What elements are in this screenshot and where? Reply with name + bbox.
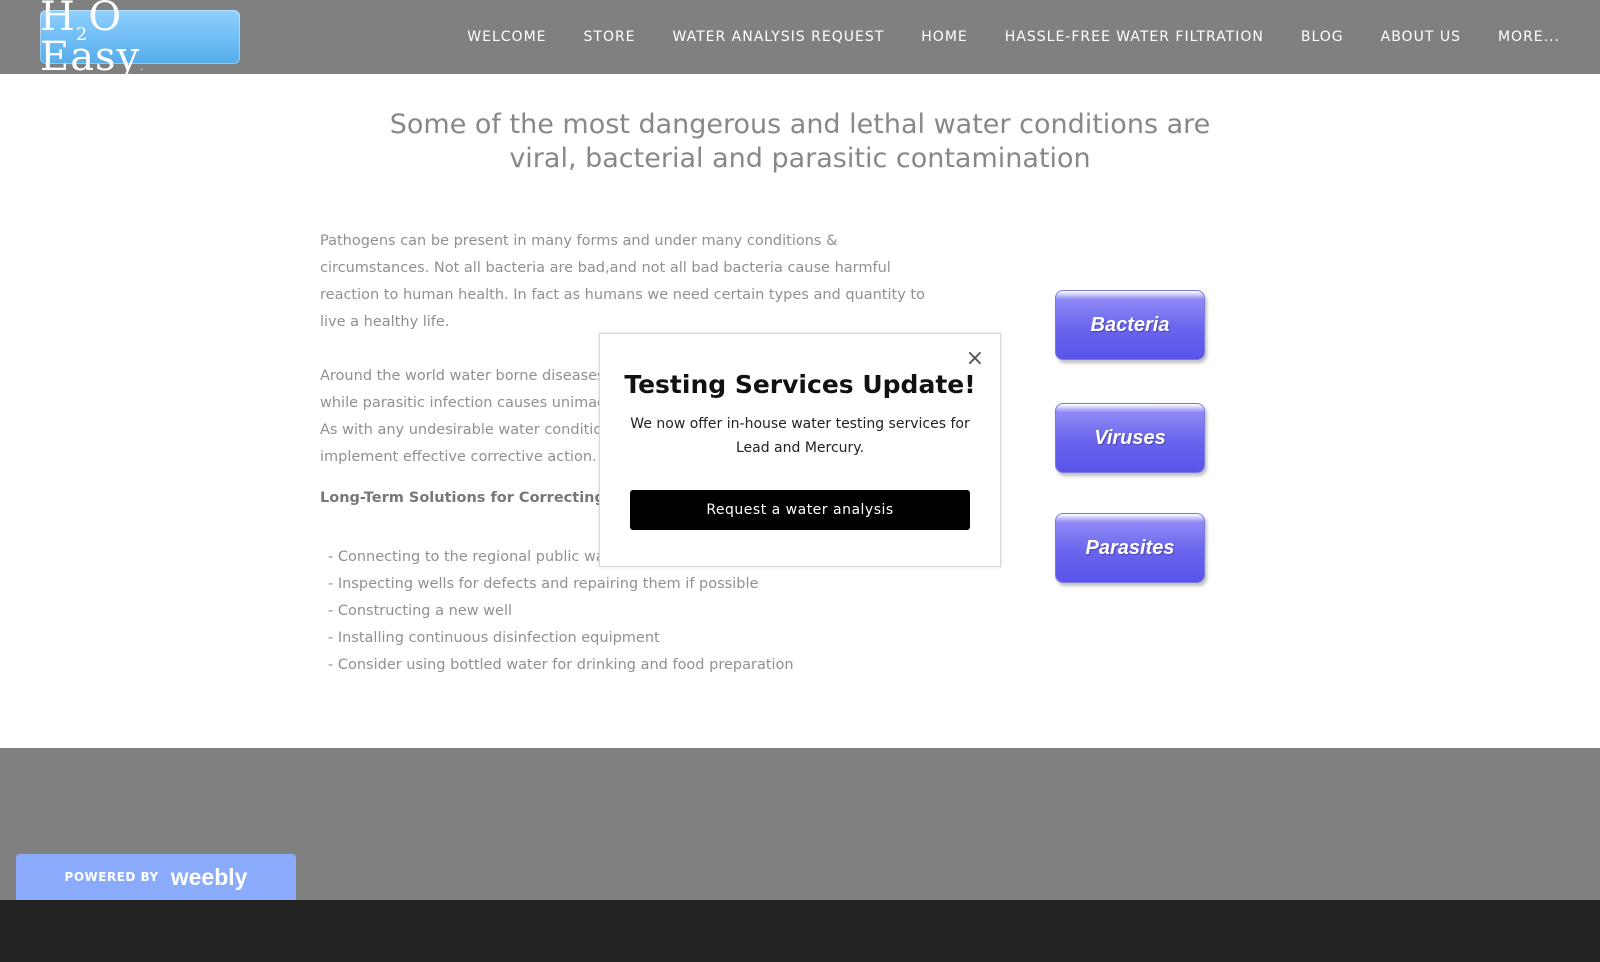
site-logo[interactable]: H2O Easy.: [40, 0, 240, 77]
list-item: - Consider using bottled water for drink…: [328, 657, 794, 673]
main-nav: WELCOME STORE WATER ANALYSIS REQUEST HOM…: [430, 0, 1560, 74]
nav-store[interactable]: STORE: [584, 29, 636, 45]
nav-about-us[interactable]: ABOUT US: [1381, 29, 1461, 45]
page-title: Some of the most dangerous and lethal wa…: [389, 109, 1211, 174]
nav-home[interactable]: HOME: [921, 29, 967, 45]
close-icon[interactable]: ×: [966, 348, 984, 370]
weebly-logo: weebly: [170, 863, 248, 890]
paragraph-line: As with any undesirable water condition,…: [320, 422, 633, 438]
parasites-button-label: Parasites: [1085, 536, 1175, 559]
nav-blog[interactable]: BLOG: [1301, 29, 1344, 45]
viruses-button[interactable]: Viruses: [1055, 403, 1205, 473]
nav-more[interactable]: MORE...: [1498, 29, 1560, 45]
paragraph-pathogens: Pathogens can be present in many forms a…: [320, 233, 925, 330]
popup-title: Testing Services Update!: [624, 370, 976, 399]
request-water-analysis-button[interactable]: Request a water analysis: [630, 490, 970, 530]
parasites-button[interactable]: Parasites: [1055, 513, 1205, 583]
logo-text: H2O Easy.: [40, 0, 145, 80]
site-header: H2O Easy. WELCOME STORE WATER ANALYSIS R…: [0, 0, 1600, 77]
paragraph-line: implement effective corrective action.: [320, 449, 597, 465]
list-item: - Installing continuous disinfection equ…: [328, 630, 660, 646]
list-item: - Inspecting wells for defects and repai…: [328, 576, 759, 592]
viruses-button-label: Viruses: [1094, 426, 1166, 449]
bottom-bar: [0, 900, 1600, 962]
list-item: - Constructing a new well: [328, 603, 513, 619]
nav-welcome[interactable]: WELCOME: [467, 29, 546, 45]
popup-body: We now offer in-house water testing serv…: [630, 416, 970, 456]
paragraph-line: while parasitic infection causes unimagi…: [320, 395, 629, 411]
bacteria-button[interactable]: Bacteria: [1055, 290, 1205, 360]
nav-hassle-free-water-filtration[interactable]: HASSLE-FREE WATER FILTRATION: [1005, 29, 1264, 45]
powered-by-label: POWERED BY: [64, 870, 159, 884]
nav-water-analysis-request[interactable]: WATER ANALYSIS REQUEST: [673, 29, 885, 45]
bacteria-button-label: Bacteria: [1090, 313, 1170, 336]
powered-by-weebly-badge[interactable]: POWERED BY weebly: [16, 854, 296, 900]
paragraph-line: Around the world water borne diseases ar: [320, 368, 625, 384]
testing-update-popup: × Testing Services Update! We now offer …: [599, 333, 1001, 567]
